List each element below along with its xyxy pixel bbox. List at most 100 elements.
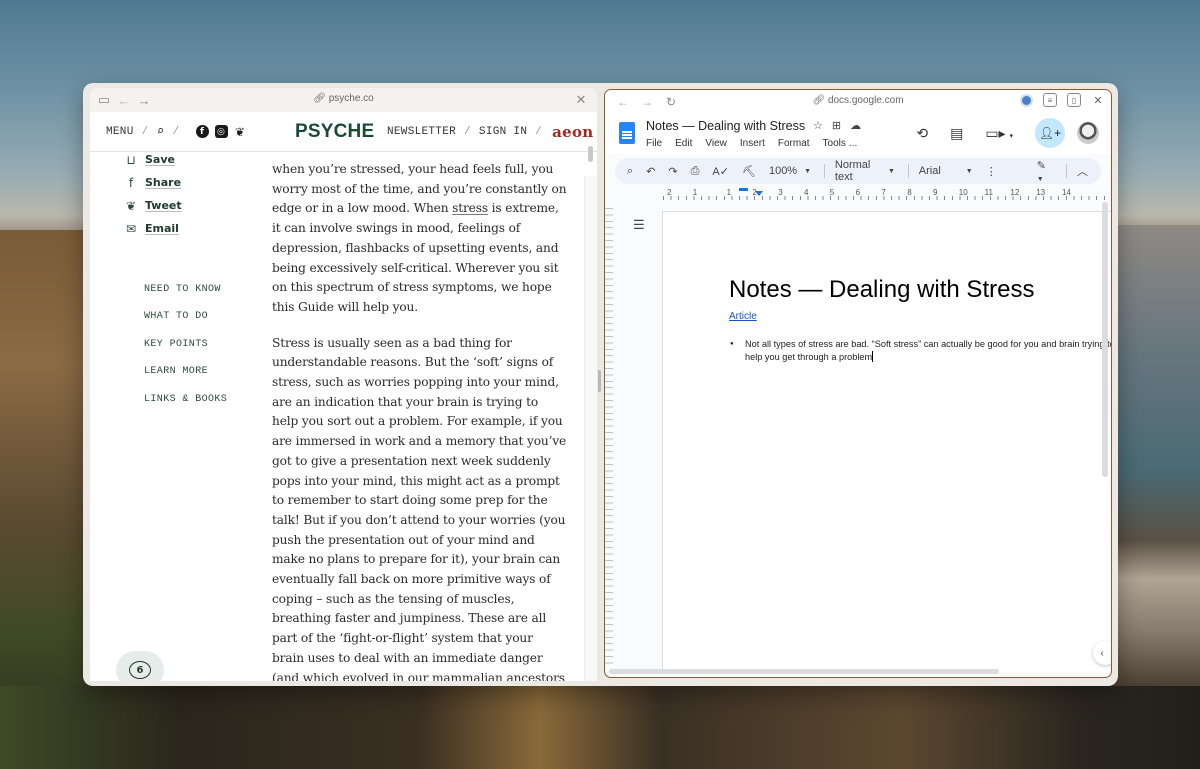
toc-links-books[interactable]: LINKS & BOOKS [144,394,227,421]
menu-tools[interactable]: Tools [823,138,846,149]
newsletter-link[interactable]: NEWSLETTER [387,126,456,138]
address-bar[interactable]: 🔗︎ psyche.co [90,93,597,104]
document-title[interactable]: Notes — Dealing with Stress [646,119,805,133]
more-options-icon[interactable]: ⋮ [986,165,997,178]
style-value: Normal text [834,159,871,183]
bullet-item[interactable]: Not all types of stress are bad. “Soft s… [730,338,1112,364]
instagram-icon[interactable]: ◎ [214,125,228,138]
horizontal-scrollbar[interactable] [609,669,999,674]
menu-file[interactable]: File [646,138,662,149]
docs-logo-icon[interactable] [619,122,635,144]
psyche-logo[interactable]: PSYCHE [295,121,374,143]
forward-arrow-icon[interactable]: → [134,90,154,110]
psyche-page: MENU / ⌕ / f ◎ ❦ PSYCHE NEWSLETTER / SIG… [90,112,597,681]
share-list: ⊔ Save f Share ❦ Tweet ✉ Email [124,148,182,240]
email-button[interactable]: ✉ Email [124,217,182,240]
document-outline-icon[interactable]: ☰ [633,217,645,233]
back-arrow-icon[interactable]: ← [611,95,635,109]
title-icons: ☆ ⊞ ☁ [813,119,861,132]
article-link[interactable]: Article [729,311,757,322]
toc-learn-more[interactable]: LEARN MORE [144,366,227,393]
email-icon: ✉ [125,221,137,236]
comment-count: 6 [136,664,144,676]
ruler-number: 11 [984,188,993,197]
menu-overflow[interactable]: ... [849,138,857,149]
scrollbar-thumb[interactable] [588,146,593,162]
comment-bubble-icon: 6 [129,661,151,679]
ruler-number: 5 [829,188,835,197]
url-text[interactable]: docs.google.com [828,95,904,106]
close-icon[interactable]: ✕ [571,90,591,110]
horizontal-ruler[interactable]: 2 1 1 2 3 4 5 6 7 8 9 10 11 12 13 14 [663,188,1108,200]
menu-view[interactable]: View [705,138,727,149]
chevron-down-icon: ▼ [804,167,812,175]
editing-mode-icon[interactable]: ✎ ▼ [1037,159,1053,184]
toolbar-divider [824,164,825,178]
print-icon[interactable]: ⎙ [691,165,700,178]
scrollbar-track[interactable] [584,176,597,681]
redo-icon[interactable]: ↷ [668,165,677,178]
meet-icon[interactable]: ▭▸ ▾ [985,125,1013,142]
menu-format[interactable]: Format [778,138,810,149]
star-icon[interactable]: ☆ [813,119,823,132]
zoom-select[interactable]: 100% ▼ [769,165,811,177]
style-select[interactable]: Normal text ▼ [835,159,895,183]
ruler-number: 1 [692,188,698,197]
separator: / [535,125,543,138]
link-icon: 🔗︎ [812,95,828,106]
close-icon[interactable]: ✕ [1091,93,1105,107]
document-page[interactable]: Notes — Dealing with Stress Article Not … [662,211,1112,671]
search-icon[interactable]: ⌕ [157,124,165,139]
document-heading[interactable]: Notes — Dealing with Stress [729,276,1034,304]
url-text[interactable]: psyche.co [329,93,374,104]
site-header: MENU / ⌕ / f ◎ ❦ PSYCHE NEWSLETTER / SIG… [90,112,597,152]
avatar[interactable] [1077,122,1099,144]
tweet-button[interactable]: ❦ Tweet [124,194,182,217]
hide-menus-icon[interactable]: ︿ [1077,163,1088,179]
save-button[interactable]: ⊔ Save [124,148,182,171]
chevron-left-icon: ‹ [1100,647,1104,659]
forward-arrow-icon[interactable]: → [635,95,659,109]
move-folder-icon[interactable]: ⊞ [832,119,841,132]
side-panel-toggle[interactable]: ‹ [1093,641,1111,665]
reload-icon[interactable]: ↻ [659,95,683,109]
paint-format-icon[interactable]: ⛏ [742,165,756,178]
menu-button[interactable]: MENU [106,126,134,138]
chevron-down-icon: ▼ [887,167,895,175]
chevron-down-icon: ▼ [965,167,973,175]
toc-need-to-know[interactable]: NEED TO KNOW [144,284,227,311]
undo-icon[interactable]: ↶ [646,165,655,178]
sidebar-icon[interactable]: ▭ [94,90,114,110]
sign-in-link[interactable]: SIGN IN [479,126,527,138]
search-menus-icon[interactable]: ⌕ [627,165,633,178]
share-button[interactable]: 👤︎+ [1035,118,1065,148]
cloud-saved-icon[interactable]: ☁ [850,119,861,132]
left-indent-marker[interactable] [739,188,748,191]
aeon-logo[interactable]: aeon [552,123,593,141]
split-view-icon[interactable]: ▯ [1067,93,1081,107]
menu-edit[interactable]: Edit [675,138,692,149]
comments-button[interactable]: 6 [116,651,164,681]
menu-insert[interactable]: Insert [740,138,765,149]
comments-icon[interactable]: ▤ [950,125,963,142]
toc-key-points[interactable]: KEY POINTS [144,339,227,366]
vertical-ruler[interactable] [605,208,613,668]
facebook-icon[interactable]: f [195,125,209,138]
ruler-number: 13 [1036,188,1046,197]
right-browser-toolbar: ← → ↻ 🔗︎ docs.google.com ≡ ▯ ✕ [605,90,1111,114]
split-view-divider-handle[interactable] [598,370,601,392]
toc-what-to-do[interactable]: WHAT TO DO [144,311,227,338]
share-button[interactable]: f Share [124,171,182,194]
vertical-scrollbar[interactable] [1102,202,1108,477]
back-arrow-icon[interactable]: ← [114,90,134,110]
bullet-text: Not all types of stress are bad. “Soft s… [745,339,1112,362]
reader-icon[interactable]: ≡ [1043,93,1057,107]
extension-icon[interactable] [1019,93,1033,107]
spellcheck-icon[interactable]: A✓ [712,165,729,178]
font-select[interactable]: Arial ▼ [919,165,973,177]
header-right: NEWSLETTER / SIGN IN / aeon [387,123,594,141]
psyche-browser-pane: ▭ ← → 🔗︎ psyche.co ✕ MENU / ⌕ / f ◎ ❦ PS… [90,88,597,681]
stress-link[interactable]: stress [452,201,488,215]
version-history-icon[interactable]: ⟲ [916,125,928,142]
twitter-icon[interactable]: ❦ [234,125,247,139]
